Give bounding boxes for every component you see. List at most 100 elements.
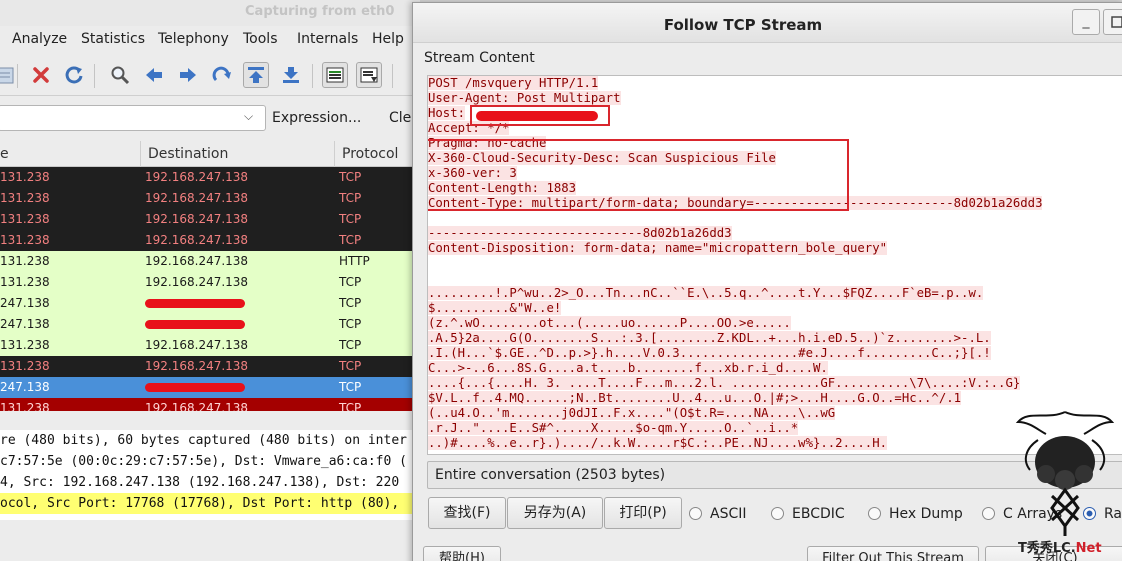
go-first-packet-icon[interactable]: [243, 62, 269, 88]
menu-help[interactable]: Help: [372, 31, 404, 47]
packet-protocol: TCP: [339, 296, 362, 310]
stream-line-text: .........!.P^wu..2>_O...Tn...nC..``E.\..…: [428, 286, 984, 300]
stream-line: -----------------------------8d02b1a26dd…: [428, 226, 1122, 241]
reload-icon[interactable]: [61, 62, 87, 88]
main-toolbar: [0, 56, 420, 96]
save-file-icon[interactable]: [0, 62, 18, 88]
menu-bar: Analyze Statistics Telephony Tools Inter…: [0, 27, 420, 53]
format-ascii-radio[interactable]: ASCII: [689, 506, 747, 524]
packet-row[interactable]: 247.138 TCP: [0, 314, 420, 335]
redaction-mark: [145, 320, 245, 329]
packet-protocol: TCP: [339, 317, 362, 331]
chevron-down-icon[interactable]: ⌵: [244, 109, 253, 124]
stream-line: [428, 271, 1122, 286]
packet-row[interactable]: 131.238 192.168.247.138 TCP: [0, 398, 420, 411]
close-file-icon[interactable]: [28, 62, 54, 88]
format-ebcdic-radio[interactable]: EBCDIC: [771, 506, 845, 524]
headers-highlight-frame: [428, 139, 849, 211]
packet-destination: 192.168.247.138: [145, 191, 249, 205]
stream-line-text: .I.(H...`$.GE..^D..p.>}.h....V.0.3......…: [428, 346, 991, 360]
packet-protocol: TCP: [339, 359, 362, 373]
packet-source: 131.238: [0, 359, 50, 373]
radio-icon: [982, 507, 995, 520]
stream-content[interactable]: POST /msvquery HTTP/1.1 User-Agent: Post …: [427, 75, 1122, 455]
column-separator[interactable]: [334, 141, 335, 167]
stream-line-text: -----------------------------8d02b1a26dd…: [428, 226, 732, 240]
packet-row[interactable]: 131.238 192.168.247.138 TCP: [0, 335, 420, 356]
packet-row[interactable]: 131.238 192.168.247.138 TCP: [0, 167, 420, 188]
print-button[interactable]: 打印(P): [604, 497, 682, 529]
packet-source: 247.138: [0, 296, 50, 310]
stream-line: C...>-..6...8S.G....a.t....b........f...…: [428, 361, 1122, 376]
wireshark-title: Capturing from eth0: [0, 0, 420, 26]
redaction-mark: [145, 299, 245, 308]
auto-scroll-icon[interactable]: [356, 62, 382, 88]
colorize-icon[interactable]: [322, 62, 348, 88]
packet-source: 131.238: [0, 401, 50, 411]
menu-telephony[interactable]: Telephony: [158, 31, 229, 47]
stream-line: (z.^.wO........ot...(.....uo......P....O…: [428, 316, 1122, 331]
packet-row[interactable]: 131.238 192.168.247.138 HTTP: [0, 251, 420, 272]
menu-internals[interactable]: Internals: [297, 31, 358, 47]
stream-line-text: ..)#....%..e..r}.)..../..k.W.....r$C.:..…: [428, 436, 888, 450]
packet-details: re (480 bits), 60 bytes captured (480 bi…: [0, 430, 420, 520]
packet-row[interactable]: 131.238 192.168.247.138 TCP: [0, 230, 420, 251]
packet-protocol: TCP: [339, 170, 362, 184]
packet-row[interactable]: 247.138 TCP: [0, 377, 420, 398]
detail-line-tcp[interactable]: ocol, Src Port: 17768 (17768), Dst Port:…: [0, 493, 420, 514]
find-packet-icon[interactable]: [107, 62, 133, 88]
stream-line: .........!.P^wu..2>_O...Tn...nC..``E.\..…: [428, 286, 1122, 301]
format-hexdump-radio[interactable]: Hex Dump: [868, 506, 963, 524]
minimize-button[interactable]: _: [1072, 9, 1100, 35]
packet-destination: 192.168.247.138: [145, 338, 249, 352]
stream-line-text: ....{...{....H. 3. ....T....F...m...2.l.…: [428, 376, 1021, 390]
menu-statistics[interactable]: Statistics: [81, 31, 145, 47]
radio-icon: [689, 507, 702, 520]
maximize-button[interactable]: [1103, 9, 1122, 35]
toolbar-separator: [312, 64, 313, 88]
packet-row[interactable]: 131.238 192.168.247.138 TCP: [0, 209, 420, 230]
stream-line-text: User-Agent: Post Multipart: [428, 91, 621, 105]
packet-source: 247.138: [0, 380, 50, 394]
expression-button[interactable]: Expression...: [272, 110, 361, 126]
go-back-icon[interactable]: [141, 62, 167, 88]
filter-out-stream-button[interactable]: Filter Out This Stream: [807, 546, 979, 561]
menu-analyze[interactable]: Analyze: [12, 31, 67, 47]
stream-line-text: (z.^.wO........ot...(.....uo......P....O…: [428, 316, 791, 330]
column-source[interactable]: e: [0, 146, 9, 162]
stream-line: Content-Disposition: form-data; name="mi…: [428, 241, 1122, 256]
detail-line-frame[interactable]: re (480 bits), 60 bytes captured (480 bi…: [0, 430, 420, 451]
toolbar-separator: [94, 64, 95, 88]
packet-source: 131.238: [0, 254, 50, 268]
detail-line-ethernet[interactable]: c7:57:5e (00:0c:29:c7:57:5e), Dst: Vmwar…: [0, 451, 420, 472]
go-last-packet-icon[interactable]: [278, 62, 304, 88]
packet-destination: 192.168.247.138: [145, 275, 249, 289]
column-separator[interactable]: [140, 141, 141, 167]
detail-line-ip[interactable]: 4, Src: 192.168.247.138 (192.168.247.138…: [0, 472, 420, 493]
column-destination[interactable]: Destination: [148, 146, 228, 162]
menu-tools[interactable]: Tools: [243, 31, 278, 47]
stream-line: .A.5}2a....G(O........S...:.3.[........Z…: [428, 331, 1122, 346]
packet-source: 247.138: [0, 317, 50, 331]
column-protocol[interactable]: Protocol: [342, 146, 398, 162]
stream-line-text: POST /msvquery HTTP/1.1: [428, 76, 599, 90]
packet-protocol: TCP: [339, 191, 362, 205]
go-forward-icon[interactable]: [175, 62, 201, 88]
help-button[interactable]: 帮助(H): [423, 546, 501, 561]
packet-destination: 192.168.247.138: [145, 254, 249, 268]
toolbar-separator: [392, 64, 393, 88]
packet-destination: 192.168.247.138: [145, 170, 249, 184]
save-as-button[interactable]: 另存为(A): [507, 497, 603, 529]
packet-row[interactable]: 131.238 192.168.247.138 TCP: [0, 272, 420, 293]
dialog-titlebar: Follow TCP Stream _: [413, 3, 1122, 43]
packet-row[interactable]: 131.238 192.168.247.138 TCP: [0, 188, 420, 209]
display-filter-input[interactable]: [0, 105, 266, 131]
clear-button[interactable]: Cle: [389, 110, 411, 126]
packet-destination: 192.168.247.138: [145, 359, 249, 373]
go-to-packet-icon[interactable]: [209, 62, 235, 88]
packet-source: 131.238: [0, 170, 50, 184]
packet-protocol: TCP: [339, 275, 362, 289]
packet-row[interactable]: 247.138 TCP: [0, 293, 420, 314]
packet-row[interactable]: 131.238 192.168.247.138 TCP: [0, 356, 420, 377]
find-button[interactable]: 查找(F): [428, 497, 506, 529]
